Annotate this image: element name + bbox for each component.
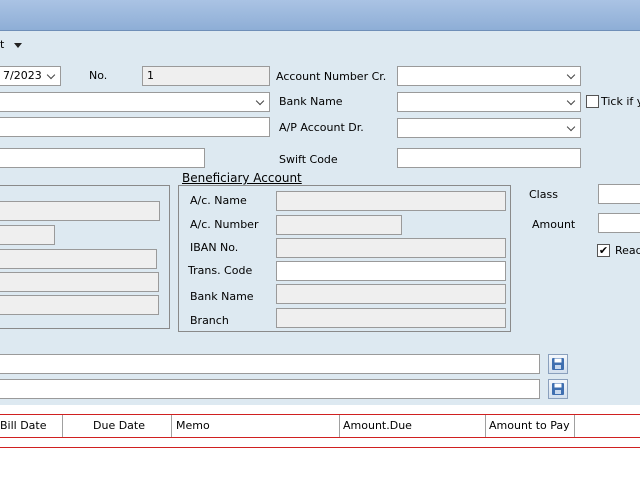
bank-name-select[interactable] [397, 92, 581, 112]
address-field[interactable] [0, 117, 270, 137]
grid-bottom-border [0, 447, 640, 448]
tick-checkbox[interactable] [586, 95, 599, 108]
iban-field[interactable] [276, 238, 506, 258]
col-memo[interactable]: Memo [172, 415, 340, 437]
left-field-3[interactable] [0, 249, 157, 269]
save-attachment-button-1[interactable] [548, 354, 568, 374]
bills-grid-header: Bill Date Due Date Memo Amount.Due Amoun… [0, 414, 640, 438]
toolbar-menu-label: t [0, 38, 5, 51]
bene-bank-name-label: Bank Name [190, 290, 254, 303]
amount-label: Amount [532, 218, 576, 231]
beneficiary-title: Beneficiary Account [182, 171, 304, 185]
col-amount-to-pay[interactable]: Amount to Pay [486, 415, 575, 437]
payee-select[interactable] [0, 92, 270, 112]
ac-name-label: A/c. Name [190, 194, 247, 207]
ap-account-dr-label: A/P Account Dr. [279, 121, 364, 134]
bank-name-label: Bank Name [279, 95, 343, 108]
payment-form: t 7/2023 No. 1 Account Number Cr. Bank N… [0, 31, 640, 405]
date-picker[interactable]: 7/2023 [0, 66, 61, 86]
col-amount-due[interactable]: Amount.Due [340, 415, 486, 437]
floppy-disk-icon [552, 358, 564, 370]
save-attachment-button-2[interactable] [548, 379, 568, 399]
swift-code-field[interactable] [397, 148, 581, 168]
ac-number-field[interactable] [276, 215, 402, 235]
checkmark-icon: ✔ [598, 244, 609, 257]
left-field-4[interactable] [0, 272, 159, 292]
iban-label: IBAN No. [190, 241, 239, 254]
swift-code-label: Swift Code [279, 153, 338, 166]
trans-code-label: Trans. Code [188, 264, 253, 277]
col-due-date[interactable]: Due Date [63, 415, 172, 437]
attachment-field-1[interactable] [0, 354, 540, 374]
ac-name-field[interactable] [276, 191, 506, 211]
window-titlebar [0, 0, 640, 31]
date-value: 7/2023 [3, 69, 42, 82]
tick-label: Tick if yo [601, 95, 640, 108]
trans-code-field[interactable] [276, 261, 506, 281]
toolbar-menu[interactable]: t [0, 37, 30, 53]
branch-field[interactable] [276, 308, 506, 328]
ready-label: Read [615, 244, 640, 257]
ready-checkbox[interactable]: ✔ [597, 244, 610, 257]
class-label: Class [529, 188, 558, 201]
no-value: 1 [147, 69, 154, 82]
account-number-cr-label: Account Number Cr. [276, 70, 387, 83]
ac-number-label: A/c. Number [190, 218, 259, 231]
amount-field[interactable] [598, 213, 640, 233]
account-number-cr-select[interactable] [397, 66, 581, 86]
bene-bank-name-field[interactable] [276, 284, 506, 304]
left-field-5[interactable] [0, 295, 159, 315]
col-extra[interactable] [575, 415, 640, 437]
attachment-field-2[interactable] [0, 379, 540, 399]
floppy-disk-icon [552, 383, 564, 395]
branch-label: Branch [190, 314, 229, 327]
col-bill-date[interactable]: Bill Date [0, 415, 63, 437]
ap-account-dr-select[interactable] [397, 118, 581, 138]
left-field-1[interactable] [0, 201, 160, 221]
no-label: No. [89, 69, 108, 82]
no-field[interactable]: 1 [142, 66, 270, 86]
class-field[interactable] [598, 184, 640, 204]
dropdown-arrow-icon [14, 43, 22, 48]
reference-field[interactable] [0, 148, 205, 168]
left-field-2[interactable] [0, 225, 55, 245]
